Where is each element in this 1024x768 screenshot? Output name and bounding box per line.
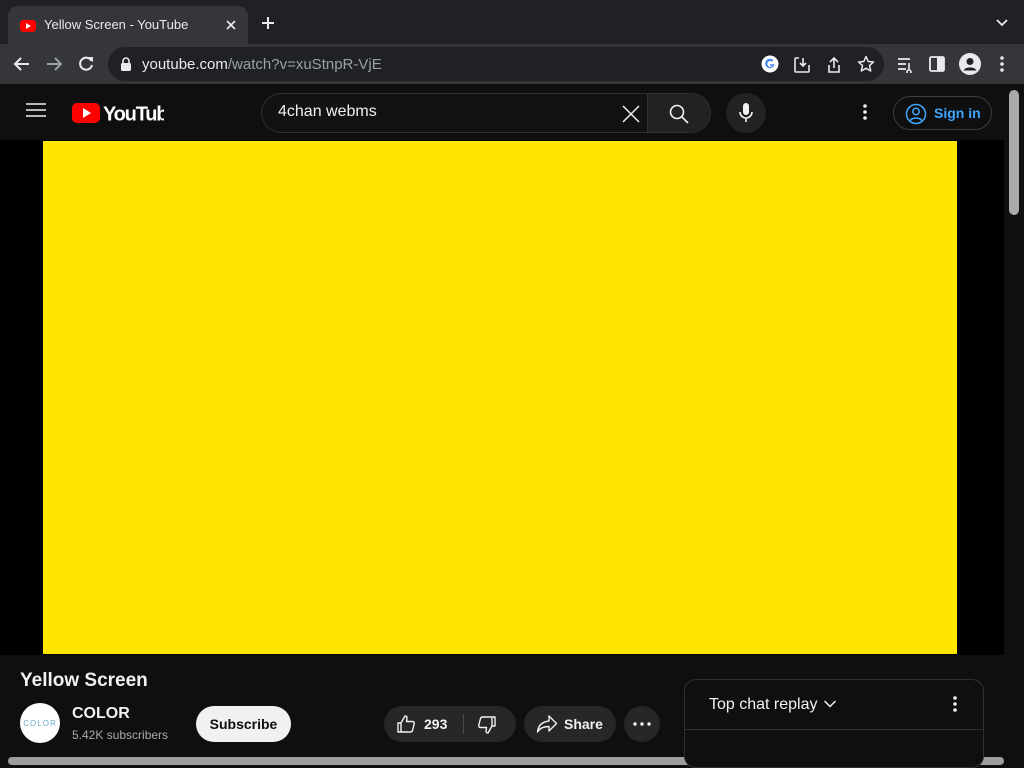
clear-search-icon[interactable] bbox=[622, 105, 640, 123]
forward-arrow-icon[interactable] bbox=[44, 54, 64, 74]
address-bar[interactable]: youtube.com/watch?v=xuStnpR-VjE bbox=[108, 47, 884, 81]
chat-divider bbox=[685, 729, 983, 730]
video-frame-yellow[interactable] bbox=[43, 141, 957, 654]
close-tab-icon[interactable] bbox=[223, 17, 239, 33]
browser-tab[interactable]: Yellow Screen - YouTube bbox=[8, 6, 248, 44]
url-host: youtube.com bbox=[142, 56, 228, 73]
video-title: Yellow Screen bbox=[20, 670, 148, 691]
youtube-header: YouTube Sign in bbox=[0, 84, 1024, 140]
share-arrow-icon bbox=[536, 714, 558, 734]
install-app-icon[interactable] bbox=[793, 56, 811, 74]
side-panel-icon[interactable] bbox=[928, 55, 946, 73]
reading-list-icon[interactable] bbox=[896, 55, 914, 73]
vertical-scrollbar-thumb[interactable] bbox=[1009, 90, 1019, 215]
thumbs-down-icon bbox=[478, 716, 496, 734]
subscribe-button[interactable]: Subscribe bbox=[196, 706, 291, 742]
search-button[interactable] bbox=[647, 93, 711, 133]
like-divider bbox=[463, 714, 464, 734]
tab-search-chevron-icon[interactable] bbox=[994, 17, 1010, 29]
browser-menu-dots-icon[interactable] bbox=[996, 55, 1008, 73]
dislike-button[interactable] bbox=[477, 715, 497, 735]
settings-dots-icon[interactable] bbox=[859, 103, 871, 121]
thumbs-up-icon bbox=[397, 715, 415, 733]
chat-replay-panel: Top chat replay bbox=[684, 679, 984, 768]
chat-mode-dropdown[interactable]: Top chat replay bbox=[685, 680, 915, 729]
chat-mode-label: Top chat replay bbox=[709, 696, 818, 713]
tab-title: Yellow Screen - YouTube bbox=[44, 17, 189, 32]
search-icon bbox=[669, 104, 689, 124]
channel-avatar-text: COLOR bbox=[23, 719, 56, 728]
share-label: Share bbox=[564, 716, 603, 732]
voice-search-button[interactable] bbox=[726, 93, 766, 133]
chat-options-dots-icon[interactable] bbox=[949, 695, 961, 713]
subscriber-count: 5.42K subscribers bbox=[72, 728, 169, 742]
youtube-favicon-icon bbox=[20, 18, 36, 34]
share-button[interactable]: Share bbox=[524, 706, 616, 742]
youtube-logo[interactable]: YouTube bbox=[72, 101, 164, 125]
search-box[interactable] bbox=[261, 93, 648, 133]
channel-name[interactable]: COLOR bbox=[72, 705, 130, 723]
like-count: 293 bbox=[424, 716, 448, 732]
channel-avatar[interactable]: COLOR bbox=[20, 703, 60, 743]
back-arrow-icon[interactable] bbox=[12, 54, 32, 74]
new-tab-plus-icon[interactable] bbox=[260, 15, 276, 31]
google-lens-icon[interactable] bbox=[761, 55, 779, 73]
share-page-icon[interactable] bbox=[825, 56, 843, 74]
browser-toolbar: youtube.com/watch?v=xuStnpR-VjE bbox=[0, 44, 1024, 84]
more-dots-icon bbox=[633, 722, 651, 726]
video-player[interactable] bbox=[0, 140, 1004, 655]
sign-in-label: Sign in bbox=[934, 105, 981, 121]
bookmark-star-icon[interactable] bbox=[857, 55, 875, 73]
lock-icon[interactable] bbox=[120, 57, 132, 71]
profile-avatar-icon[interactable] bbox=[959, 53, 981, 75]
search-input[interactable] bbox=[278, 103, 598, 121]
microphone-icon bbox=[739, 103, 753, 123]
browser-tab-bar: Yellow Screen - YouTube bbox=[0, 0, 1024, 44]
url-text[interactable]: youtube.com/watch?v=xuStnpR-VjE bbox=[142, 56, 382, 73]
hamburger-menu-icon[interactable] bbox=[26, 102, 46, 118]
sign-in-button[interactable]: Sign in bbox=[893, 96, 992, 130]
like-dislike-group: 293 bbox=[384, 706, 516, 742]
more-actions-button[interactable] bbox=[624, 706, 660, 742]
like-button[interactable] bbox=[396, 714, 416, 734]
youtube-logo-text: YouTube bbox=[103, 104, 164, 126]
url-path: /watch?v=xuStnpR-VjE bbox=[227, 56, 382, 73]
chevron-down-icon bbox=[823, 699, 837, 709]
reload-icon[interactable] bbox=[76, 54, 96, 74]
account-circle-icon bbox=[905, 103, 927, 125]
